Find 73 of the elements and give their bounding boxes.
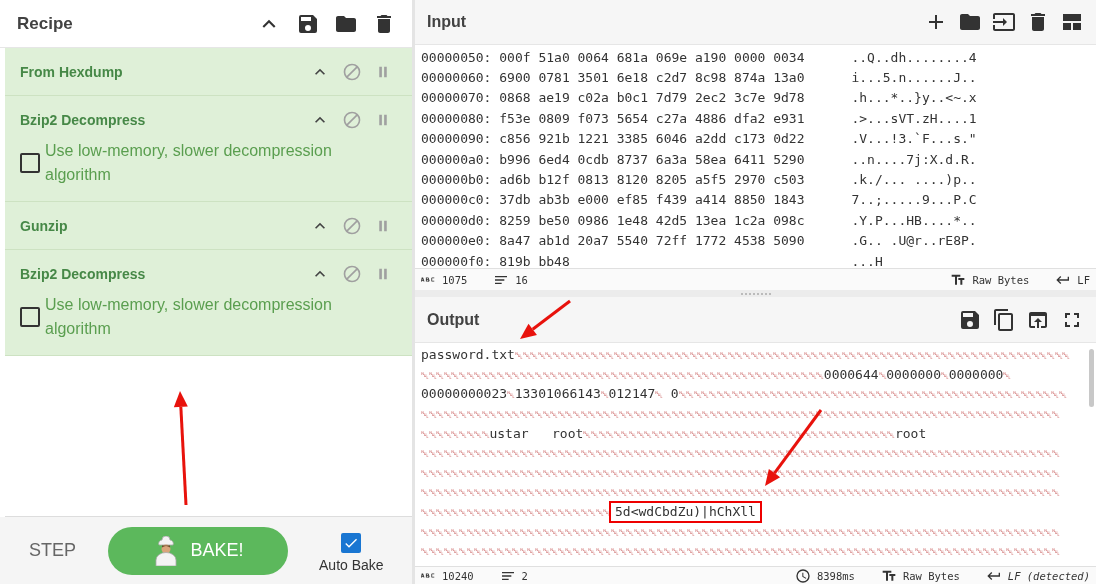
ascii-text: ...H: [851, 253, 883, 268]
hex-offset: 000000b0:: [421, 172, 493, 188]
encoding-label[interactable]: Raw Bytes: [972, 273, 1030, 286]
option-label: Use low-memory, slower decompression algorithm: [45, 141, 333, 185]
hex-bytes: 6900 0781 3501 6e18 c2d7 8c98 874a 13a0: [499, 70, 806, 86]
ascii-text: ..n....7j:X.d.R.: [851, 151, 977, 167]
ascii-text: .V...!3.`F...s.": [851, 131, 977, 147]
hex-bytes: b996 6ed4 0cdb 8737 6a3a 58ea 6411 5290: [499, 151, 806, 167]
checkbox[interactable]: [20, 307, 40, 327]
hex-bytes: ad6b b12f 0813 8120 8205 a5f5 2970 c503: [499, 172, 806, 188]
hex-offset: 00000080:: [421, 110, 493, 126]
checkbox[interactable]: [20, 153, 40, 173]
hex-offset: 00000070:: [421, 90, 493, 106]
output-line: password.txt␀␀␀␀␀␀␀␀␀␀␀␀␀␀␀␀␀␀␀␀␀␀␀␀␀␀␀␀␀␀␀␀␀␀␀␀␀␀␀␀␀␀␀␀␀␀␀␀␀␀␀␀␀␀␀␀␀␀␀␀␀␀␀␀␀␀␀␀␀␀␀␀␀: [421, 347, 1070, 363]
pane-title: Input: [427, 13, 468, 31]
scrollbar-thumb[interactable]: [1089, 349, 1094, 407]
input-icon[interactable]: [992, 10, 1016, 34]
output-line: 00000000023␀13301066143␀012147␀ 0␀␀␀␀␀␀␀␀␀␀␀␀␀␀␀␀␀␀␀␀␀␀␀␀␀␀␀␀␀␀␀␀␀␀␀␀␀␀␀␀␀␀␀␀␀␀␀␀␀␀␀: [421, 386, 1067, 402]
ascii-text: i...5.n......J..: [851, 70, 977, 86]
hex-offset: 000000d0:: [421, 212, 493, 228]
highlighted-text: 5d<wdCbdZu)|hChXll: [609, 500, 762, 523]
abc-icon: [421, 573, 436, 578]
panel-title: Recipe: [17, 13, 74, 34]
line-count: 2: [521, 569, 528, 582]
ascii-text: .G.. .U@r..rE8P.: [851, 233, 977, 249]
checkbox-label: Auto Bake: [319, 556, 384, 573]
hex-bytes: 000f 51a0 0064 681a 069e a190 0000 0034: [499, 49, 806, 65]
ascii-text: ..Q..dh........4: [851, 49, 977, 65]
output-line: ␀␀␀␀␀␀␀␀␀␀␀␀␀␀␀␀␀␀␀␀␀␀␀␀␀␀␀␀␀␀␀␀␀␀␀␀␀␀␀␀␀␀␀␀␀␀␀␀␀␀␀␀␀␀␀␀␀␀␀␀␀␀␀␀␀␀␀␀␀␀␀␀␀␀␀␀␀␀␀␀␀␀␀␀: [421, 485, 1060, 500]
step-button[interactable]: STEP: [29, 540, 76, 561]
splitter-handle[interactable]: [740, 292, 771, 295]
clock-icon: [794, 567, 811, 584]
pane-title: Output: [427, 310, 481, 329]
hex-offset: 00000090:: [421, 131, 493, 147]
ascii-text: 7..;.....9...P.C: [851, 192, 977, 208]
ascii-text: .k./... ....)p..: [851, 172, 977, 188]
output-line: ␀␀␀␀␀␀␀␀␀␀␀␀␀␀␀␀␀␀␀␀␀␀␀␀␀␀␀␀␀␀␀␀␀␀␀␀␀␀␀␀␀␀␀␀␀␀␀␀␀␀␀␀␀␀␀␀␀␀␀␀␀␀␀␀␀␀␀␀␀␀␀␀␀␀␀␀␀␀␀␀␀␀␀␀: [421, 524, 1060, 539]
checkbox[interactable]: [341, 532, 362, 553]
eol-label[interactable]: LF: [1077, 273, 1090, 286]
hex-bytes: 819b bb48: [499, 253, 571, 268]
hex-offset: 000000e0:: [421, 233, 493, 249]
encoding-label[interactable]: Raw Bytes: [902, 569, 960, 582]
annotation-arrow: [520, 299, 571, 339]
chef-icon: [152, 535, 179, 566]
abc-icon: [421, 277, 436, 282]
hex-bytes: 8259 be50 0986 1e48 42d5 13ea 1c2a 098c: [499, 212, 806, 228]
output-line: ␀␀␀␀␀␀␀␀␀␀␀␀␀␀␀␀␀␀␀␀␀␀␀␀␀: [421, 505, 611, 520]
eol-label[interactable]: LF (detected): [1007, 569, 1090, 582]
hex-bytes: 0868 ae19 c02a b0c1 7d79 2ec2 3c7e 9d78: [499, 90, 806, 106]
bake-time: 8398ms: [816, 569, 855, 582]
output-line: ␀␀␀␀␀␀␀␀␀␀␀␀␀␀␀␀␀␀␀␀␀␀␀␀␀␀␀␀␀␀␀␀␀␀␀␀␀␀␀␀␀␀␀␀␀␀␀␀␀␀␀␀␀␀␀␀␀␀␀␀␀␀␀␀␀␀␀␀␀␀␀␀␀␀␀␀␀␀␀␀␀␀␀␀: [421, 544, 1060, 559]
hex-bytes: c856 921b 1221 3385 6046 a2dd c173 0d22: [499, 131, 806, 147]
hex-offset: 00000050:: [421, 49, 493, 65]
operation-name: Gunzip: [20, 217, 69, 234]
hex-bytes: f53e 0809 f073 5654 c27a 4886 dfa2 e931: [499, 110, 806, 126]
line-count: 16: [515, 273, 528, 286]
hex-offset: 000000a0:: [421, 151, 493, 167]
operation-name: From Hexdump: [20, 63, 124, 80]
operation-name: Bzip2 Decompress: [20, 111, 147, 128]
hex-offset: 000000f0:: [421, 253, 493, 268]
hex-bytes: 37db ab3b e000 ef85 f439 a414 8850 1843: [499, 192, 806, 208]
hex-bytes: 8a47 ab1d 20a7 5540 72ff 1772 4538 5090: [499, 233, 806, 249]
ascii-text: .Y.P...HB....*..: [851, 212, 977, 228]
copy-icon[interactable]: [992, 307, 1016, 332]
hex-offset: 00000060:: [421, 70, 493, 86]
option-label: Use low-memory, slower decompression algorithm: [45, 295, 333, 339]
ascii-text: .h...*..}y..<~.x: [851, 90, 977, 106]
ascii-text: .>...sVT.zH....1: [851, 110, 977, 126]
length-count: 10240: [442, 569, 474, 582]
hex-offset: 000000c0:: [421, 192, 493, 208]
length-count: 1075: [442, 273, 468, 286]
output-line: ␀␀␀␀␀␀␀␀␀␀␀␀␀␀␀␀␀␀␀␀␀␀␀␀␀␀␀␀␀␀␀␀␀␀␀␀␀␀␀␀␀␀␀␀␀␀␀␀␀␀␀␀␀0000644␀0000000␀0000000␀: [421, 366, 1012, 382]
operation-name: Bzip2 Decompress: [20, 265, 147, 282]
